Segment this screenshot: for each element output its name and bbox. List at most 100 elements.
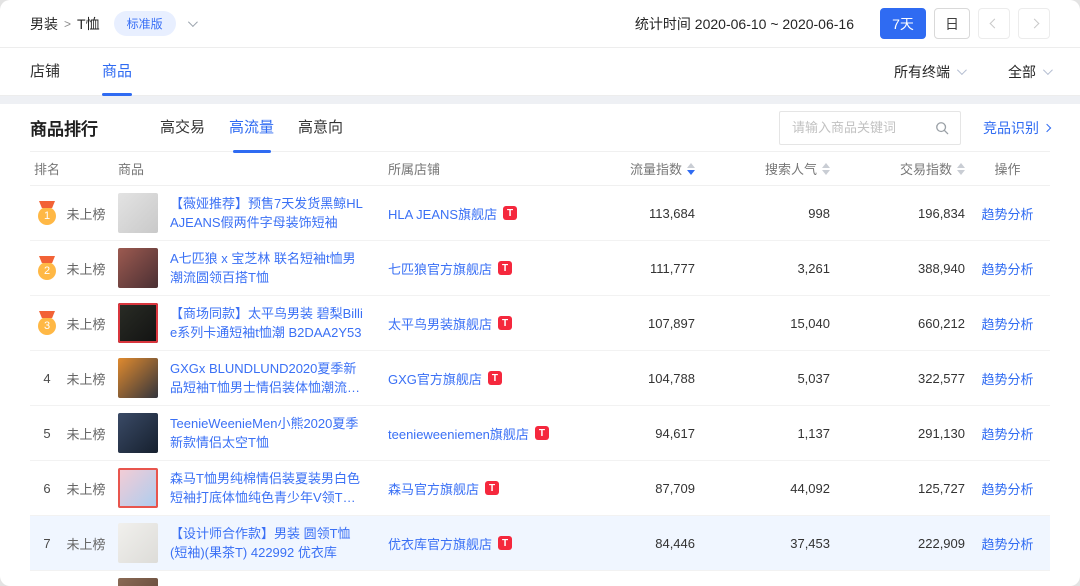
search-icon[interactable] (935, 121, 949, 135)
shop-name-link[interactable]: 优衣库官方旗舰店 (388, 534, 492, 553)
traffic-index-value: 94,617 (560, 426, 695, 441)
product-thumbnail[interactable] (118, 248, 158, 288)
chevron-right-icon (1043, 123, 1051, 131)
next-period-button[interactable] (1018, 8, 1050, 39)
table-row: 2 2 未上榜 A七匹狼 x 宝芝林 联名短袖t恤男潮流圆领百搭T恤 七匹狼官方… (30, 241, 1050, 296)
rank-trend-label: 未上榜 (64, 259, 108, 278)
page-title: 商品排行 (30, 115, 98, 140)
tab-high-traffic[interactable]: 高流量 (227, 104, 276, 152)
trend-analysis-link[interactable]: 趋势分析 (981, 317, 1033, 332)
partial-row (30, 571, 1050, 586)
product-name-link[interactable]: 【薇娅推荐】预售7天发货黑鲸HLAJEANS假两件字母装饰短袖 (170, 194, 364, 232)
traffic-index-value: 84,446 (560, 536, 695, 551)
trend-analysis-link[interactable]: 趋势分析 (981, 372, 1033, 387)
traffic-index-value: 113,684 (560, 206, 695, 221)
trend-analysis-link[interactable]: 趋势分析 (981, 482, 1033, 497)
breadcrumb: 男装 > T恤 (30, 14, 100, 34)
breadcrumb-subcategory[interactable]: T恤 (77, 14, 100, 34)
column-traffic-index[interactable]: 流量指数 (560, 159, 695, 178)
rank-trend-label: 未上榜 (64, 204, 108, 223)
product-name-link[interactable]: 【设计师合作款】男装 圆领T恤(短袖)(果茶T) 422992 优衣库 (170, 524, 364, 562)
rank-number: 6 (43, 481, 50, 496)
tab-product[interactable]: 商品 (102, 48, 132, 96)
search-popularity-value: 5,037 (695, 371, 830, 386)
product-thumbnail[interactable] (118, 413, 158, 453)
prev-period-button[interactable] (978, 8, 1010, 39)
competitor-identify-link[interactable]: 竞品识别 (983, 118, 1050, 138)
column-trade-index[interactable]: 交易指数 (830, 159, 965, 178)
tmall-badge-icon: T (485, 481, 499, 495)
table-row: 7 未上榜 【设计师合作款】男装 圆领T恤(短袖)(果茶T) 422992 优衣… (30, 516, 1050, 571)
search-popularity-value: 998 (695, 206, 830, 221)
shop-name-link[interactable]: 森马官方旗舰店 (388, 479, 479, 498)
rank-number: 4 (43, 371, 50, 386)
table-row: 1 1 未上榜 【薇娅推荐】预售7天发货黑鲸HLAJEANS假两件字母装饰短袖 … (30, 186, 1050, 241)
search-popularity-value: 15,040 (695, 316, 830, 331)
shop-name-link[interactable]: 七匹狼官方旗舰店 (388, 259, 492, 278)
product-thumbnail[interactable] (118, 193, 158, 233)
date-controls: 统计时间 2020-06-10 ~ 2020-06-16 7天 日 (635, 8, 1050, 39)
column-search-popularity[interactable]: 搜索人气 (695, 159, 830, 178)
trend-analysis-link[interactable]: 趋势分析 (981, 262, 1033, 277)
sort-icon-search[interactable] (822, 163, 830, 175)
trade-index-value: 660,212 (830, 316, 965, 331)
search-popularity-value: 1,137 (695, 426, 830, 441)
traffic-index-value: 107,897 (560, 316, 695, 331)
tmall-badge-icon: T (535, 426, 549, 440)
trade-index-value: 291,130 (830, 426, 965, 441)
column-action: 操作 (965, 159, 1050, 178)
chevron-down-icon (1043, 65, 1053, 75)
product-thumbnail[interactable] (118, 358, 158, 398)
version-badge: 标准版 (114, 11, 176, 36)
rank-trend-label: 未上榜 (64, 534, 108, 553)
rank-medal-icon: 2 (38, 256, 56, 280)
column-shop: 所属店铺 (380, 159, 560, 178)
tab-shop[interactable]: 店铺 (30, 48, 60, 96)
search-input[interactable] (780, 120, 935, 135)
terminal-filter-label: 所有终端 (894, 62, 950, 82)
product-name-link[interactable]: 森马T恤男纯棉情侣装夏装男白色短袖打底体恤纯色青少年V领T恤男 (170, 469, 364, 507)
product-name-link[interactable]: TeenieWeenieMen小熊2020夏季新款情侣太空T恤 (170, 414, 364, 452)
trend-analysis-link[interactable]: 趋势分析 (981, 427, 1033, 442)
traffic-index-value: 87,709 (560, 481, 695, 496)
shop-name-link[interactable]: 太平鸟男装旗舰店 (388, 314, 492, 333)
tmall-badge-icon: T (498, 536, 512, 550)
terminal-filter-dropdown[interactable]: 所有终端 (894, 62, 964, 82)
scope-filter-dropdown[interactable]: 全部 (1008, 62, 1050, 82)
tmall-badge-icon: T (503, 206, 517, 220)
chevron-right-icon (1029, 19, 1039, 29)
shop-name-link[interactable]: HLA JEANS旗舰店 (388, 204, 497, 223)
sort-icon-trade[interactable] (957, 163, 965, 175)
ranking-tabs: 高交易 高流量 高意向 (138, 104, 345, 152)
search-box (779, 111, 961, 145)
tab-high-intent[interactable]: 高意向 (296, 104, 345, 152)
shop-name-link[interactable]: GXG官方旗舰店 (388, 369, 482, 388)
column-product: 商品 (108, 159, 380, 178)
product-thumbnail (118, 578, 158, 586)
trend-analysis-link[interactable]: 趋势分析 (981, 207, 1033, 222)
trade-index-value: 322,577 (830, 371, 965, 386)
product-thumbnail[interactable] (118, 303, 158, 343)
breadcrumb-separator: > (64, 17, 71, 31)
product-name-link[interactable]: 【商场同款】太平鸟男装 碧梨Billie系列卡通短袖t恤潮 B2DAA2Y53 (170, 304, 364, 342)
traffic-index-value: 104,788 (560, 371, 695, 386)
product-name-link[interactable]: A七匹狼 x 宝芝林 联名短袖t恤男潮流圆领百搭T恤 (170, 249, 364, 287)
period-day-button[interactable]: 日 (934, 8, 970, 39)
product-thumbnail[interactable] (118, 523, 158, 563)
trade-index-value: 125,727 (830, 481, 965, 496)
product-thumbnail[interactable] (118, 468, 158, 508)
chevron-down-icon[interactable] (188, 17, 198, 27)
tab-high-trade[interactable]: 高交易 (158, 104, 207, 152)
trade-index-value: 388,940 (830, 261, 965, 276)
breadcrumb-category[interactable]: 男装 (30, 14, 58, 34)
rank-medal-icon: 3 (38, 311, 56, 335)
traffic-index-value: 111,777 (560, 261, 695, 276)
shop-name-link[interactable]: teenieweeniemen旗舰店 (388, 424, 529, 443)
trade-index-value: 222,909 (830, 536, 965, 551)
sort-icon-traffic[interactable] (687, 163, 695, 175)
trend-analysis-link[interactable]: 趋势分析 (981, 537, 1033, 552)
period-7day-button[interactable]: 7天 (880, 8, 926, 39)
product-name-link[interactable]: GXGx BLUNDLUND2020夏季新品短袖T恤男士情侣装体恤潮流印花 (170, 359, 364, 397)
column-traffic-label: 流量指数 (630, 159, 682, 178)
page: 男装 > T恤 标准版 统计时间 2020-06-10 ~ 2020-06-16… (0, 0, 1080, 586)
